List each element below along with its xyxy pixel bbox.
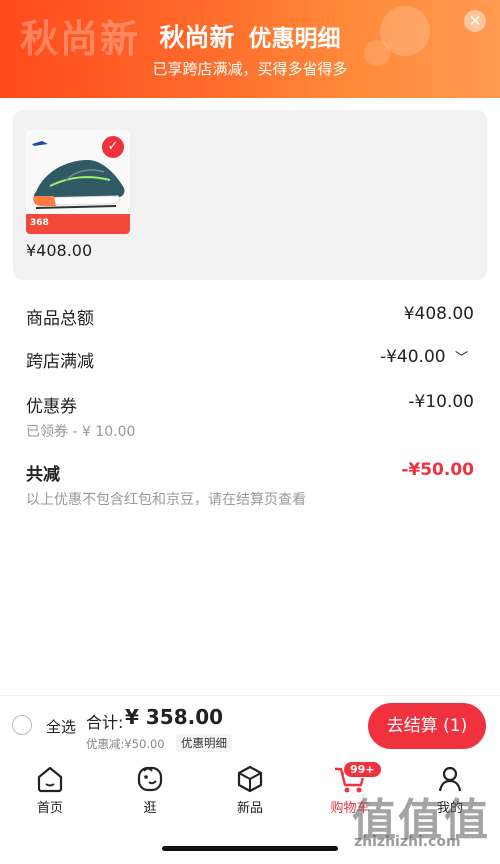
tab-label: 新品 [236,801,263,816]
product-thumbnail[interactable]: ✓ 368 [26,130,130,234]
select-all-label[interactable]: 全选 [46,716,76,737]
promo-price-tag: 368 [30,218,49,228]
browse-icon [137,766,163,792]
header-title-text: 优惠明细 [248,26,341,52]
tab-label: 首页 [36,801,63,816]
disclaimer-text: 以上优惠不包含红包和京豆，请在结算页查看 [26,492,306,508]
tab-home[interactable]: 首页 [15,763,85,816]
cross-store-label: 跨店满减 [26,352,94,372]
chevron-down-icon[interactable]: ﹀ [455,351,468,366]
cross-store-row[interactable]: 跨店满减 -¥40.00 ﹀ [26,347,474,372]
product-price: ¥408.00 [26,241,93,260]
home-indicator[interactable] [162,846,338,851]
close-icon[interactable]: ✕ [464,10,486,32]
select-all-radio[interactable] [12,715,32,735]
site-watermark-url: zhizhizhi.com [354,834,461,850]
total-reduce-value: -¥50.00 [401,460,474,480]
brand-name: 秋尚新 [159,23,235,52]
total-reduce-row: 共减 -¥50.00 [26,460,474,485]
discount-label: 优惠减:¥50.00 [86,737,165,751]
coupon-value: -¥10.00 [408,392,474,412]
total-reduce-label: 共减 [26,465,60,485]
goods-total-row: 商品总额 ¥408.00 [26,304,474,329]
product-card: ✓ 368 ¥408.00 [13,110,487,280]
promo-price-strip: 368 [26,214,130,234]
goods-total-value: ¥408.00 [403,304,474,324]
home-icon [37,766,63,793]
discount-detail-link[interactable]: 优惠明细 [176,734,232,752]
checkout-button[interactable]: 去结算 (1) [368,703,486,749]
tab-new[interactable]: 新品 [215,763,285,816]
coupon-row: 优惠券 -¥10.00 [26,392,474,417]
coupon-label: 优惠券 [26,397,77,417]
total-value: ¥ 358.00 [125,705,224,729]
checkout-bar: 全选 合计: ¥ 358.00 优惠减:¥50.00 优惠明细 去结算 (1) [0,695,500,756]
selected-check-icon[interactable]: ✓ [102,136,124,158]
tab-label: 逛 [143,801,157,816]
box-icon [237,765,263,793]
cross-store-value: -¥40.00 [379,347,446,367]
coupon-note: 已领券 - ¥ 10.00 [26,424,136,440]
header-subtitle: 已享跨店满减，买得多省得多 [152,60,348,78]
cart-badge: 99+ [343,761,382,778]
total-label: 合计: [86,713,124,732]
discount-detail-header: 秋尚新 秋尚新 优惠明细 已享跨店满减，买得多省得多 ✕ [0,0,500,98]
tab-browse[interactable]: 逛 [115,763,185,816]
goods-total-label: 商品总额 [26,309,94,329]
header-title: 秋尚新 优惠明细 [0,18,500,54]
